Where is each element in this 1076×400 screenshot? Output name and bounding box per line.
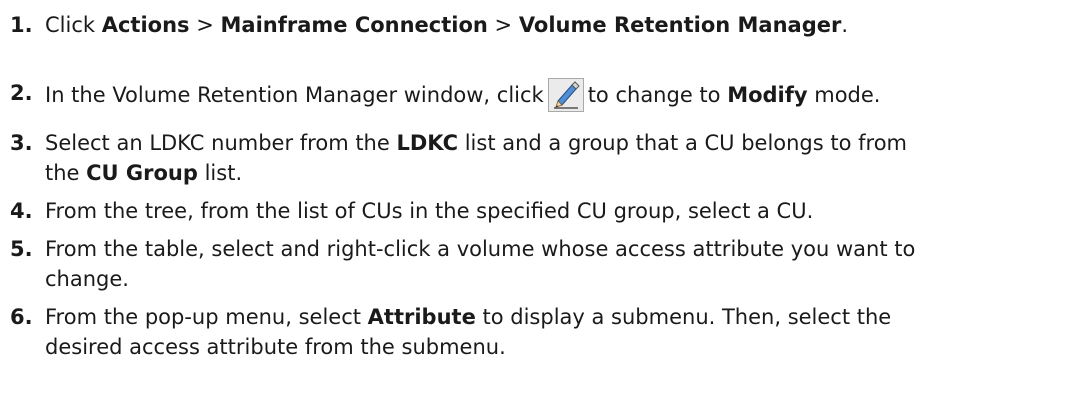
step-text-part: desired access attribute from the submen…	[45, 335, 506, 359]
step-text-part: to display a submenu. Then, select the	[475, 305, 892, 329]
step-text: From the tree, from the list of CUs in t…	[45, 199, 814, 223]
step-text-part: From the table, select and right-click a…	[45, 237, 916, 261]
step-number: 3.	[10, 131, 33, 155]
list-cu-group: CU Group	[86, 161, 198, 185]
step-text: From the table, select and right-click a…	[45, 234, 1060, 294]
step-text: In the Volume Retention Manager window, …	[45, 78, 1060, 112]
step-text-part: list.	[197, 161, 243, 185]
step-text-part: Click	[45, 13, 102, 37]
step-number: 1.	[10, 13, 33, 37]
step-6: 6. From the pop-up menu, select Attribut…	[0, 302, 1060, 362]
step-text-part: From the pop-up menu, select	[45, 305, 368, 329]
step-5: 5. From the table, select and right-clic…	[0, 234, 1060, 294]
step-text-part: In the Volume Retention Manager window, …	[45, 83, 544, 107]
mode-modify: Modify	[727, 83, 808, 107]
step-text-part: >	[189, 13, 221, 37]
step-number: 5.	[10, 237, 33, 261]
step-text-part: the	[45, 161, 87, 185]
step-3: 3. Select an LDKC number from the LDKC l…	[0, 128, 1060, 188]
menu-actions: Actions	[101, 13, 190, 37]
pencil-icon	[547, 78, 584, 112]
step-number: 6.	[10, 305, 33, 329]
step-text-part: mode.	[807, 83, 881, 107]
step-text-part: to change to	[587, 83, 728, 107]
step-text: Click Actions > Mainframe Connection > V…	[45, 10, 1060, 40]
step-text: From the pop-up menu, select Attribute t…	[45, 302, 1060, 362]
step-text: Select an LDKC number from the LDKC list…	[45, 128, 1060, 188]
step-2: 2. In the Volume Retention Manager windo…	[0, 78, 1060, 112]
step-text-part: list and a group that a CU belongs to fr…	[458, 131, 908, 155]
procedure-steps: 1. Click Actions > Mainframe Connection …	[0, 0, 1076, 400]
step-text-part: .	[841, 13, 849, 37]
step-text-part: change.	[45, 267, 129, 291]
step-text-part: >	[487, 13, 519, 37]
step-number: 4.	[10, 199, 33, 223]
step-4: 4. From the tree, from the list of CUs i…	[0, 196, 1060, 226]
menu-mainframe-connection: Mainframe Connection	[220, 13, 488, 37]
menu-attribute: Attribute	[367, 305, 476, 329]
menu-volume-retention-manager: Volume Retention Manager	[518, 13, 842, 37]
step-1: 1. Click Actions > Mainframe Connection …	[0, 10, 1060, 40]
step-text-part: Select an LDKC number from the	[45, 131, 397, 155]
list-ldkc: LDKC	[396, 131, 459, 155]
step-number: 2.	[10, 81, 33, 105]
